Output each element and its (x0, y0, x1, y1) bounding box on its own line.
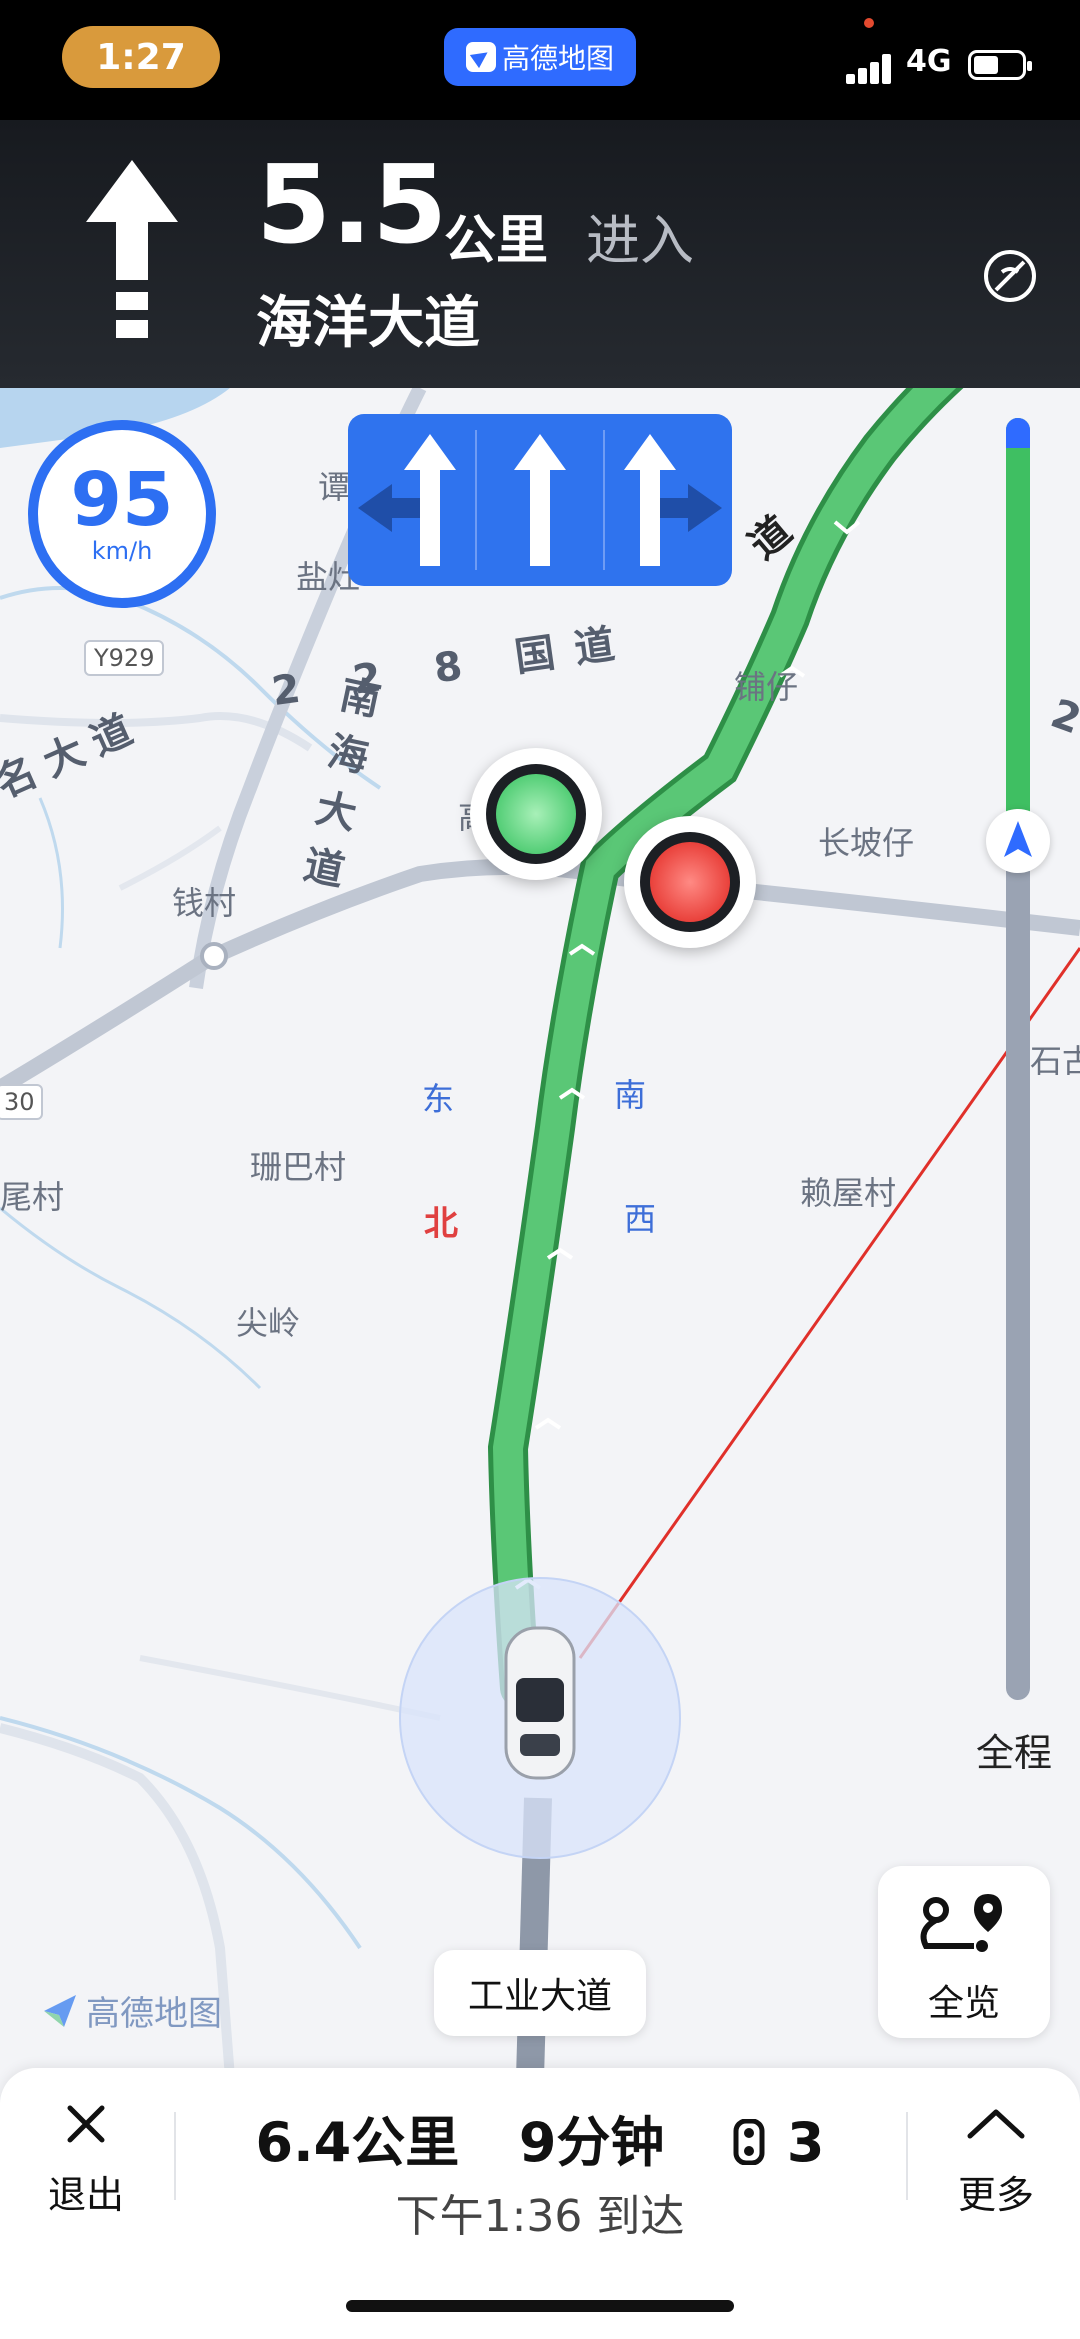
home-indicator[interactable] (346, 2300, 734, 2312)
amap-watermark-text: 高德地图 (86, 1994, 222, 2034)
divider-right (906, 2112, 908, 2200)
lane-guidance (348, 414, 732, 586)
maneuver-action: 进入 (586, 209, 694, 272)
lane-straight-icon (514, 434, 566, 566)
active-app-pill[interactable]: 高德地图 (444, 28, 636, 86)
route-overview-button[interactable]: 全览 (878, 1866, 1050, 2038)
status-bar: 1:27 高德地图 4G (0, 0, 1080, 120)
road-shield-30: 30 (0, 1084, 43, 1120)
battery-icon (968, 50, 1032, 80)
map-label-tan: 谭 (318, 468, 351, 506)
compass-south: 南 (614, 1076, 647, 1114)
exit-navigation-button[interactable]: 退出 (38, 2098, 134, 2218)
more-options-button[interactable]: 更多 (944, 2098, 1048, 2218)
traffic-light-count: 3 (786, 2111, 825, 2174)
amap-watermark: 高德地图 (40, 1986, 222, 2035)
arrival-time: 下午1:36 到达 (395, 2191, 685, 2242)
route-progress-position-icon (986, 809, 1050, 873)
map-label-chang-po-zai: 长坡仔 (818, 824, 915, 862)
amap-logo-icon (465, 42, 496, 72)
traffic-light-green-icon (470, 748, 602, 880)
network-type: 4G (906, 44, 952, 79)
route-remaining-segment (1006, 418, 1030, 841)
broadcast-mute-icon[interactable] (982, 248, 1038, 304)
current-road-label: 工业大道 (434, 1950, 646, 2036)
more-label: 更多 (957, 2173, 1034, 2217)
map-label-lai-wu-cun: 赖屋村 (800, 1174, 897, 1212)
straight-arrow-icon (86, 160, 178, 338)
route-overview-icon (920, 1894, 1002, 1952)
map-label-shi-gu: 石古 (1030, 1042, 1080, 1080)
map-view[interactable]: 排山 谭 盐灶 Y929 南海大道 2 2 8 国道 名大道 铺仔 高田 长坡仔… (0, 388, 1080, 2078)
route-destination-marker (1006, 418, 1030, 448)
route-progress-label: 全程 (976, 1731, 1053, 1775)
divider-left (174, 2112, 176, 2200)
speed-limit-value: 95 (70, 457, 174, 543)
close-icon (67, 2105, 105, 2143)
privacy-indicator-dot (864, 18, 874, 28)
trip-distance: 6.4公里 (255, 2111, 460, 2174)
route-progress-bar (1006, 418, 1030, 1700)
vehicle-marker-icon (504, 1626, 576, 1780)
map-label-jian-ling: 尖岭 (236, 1304, 301, 1342)
amap-watermark-icon (44, 1994, 76, 2027)
chevron-up-icon (967, 2109, 1025, 2139)
distance-unit: 公里 (444, 211, 549, 271)
trip-duration: 9分钟 (518, 2111, 665, 2174)
map-label-qian-cun: 钱村 (172, 884, 237, 922)
compass-west: 西 (624, 1200, 657, 1238)
next-maneuver-distance: 5.5 (256, 143, 448, 268)
active-app-name: 高德地图 (501, 42, 614, 75)
traffic-light-red-icon (624, 816, 756, 948)
lane-straight-right-icon (624, 434, 722, 566)
map-label-wei-cun: 尾村 (0, 1178, 65, 1216)
exit-label: 退出 (47, 2173, 124, 2217)
speed-limit-sign: 95 km/h (28, 420, 216, 608)
trip-info-panel: 退出 6.4公里 9分钟 3 下午1:36 到达 更多 (0, 2068, 1080, 2339)
lane-left-straight-icon (358, 434, 456, 566)
road-shield-y929: Y929 (84, 640, 165, 676)
trip-summary: 6.4公里 9分钟 3 (180, 2098, 900, 2177)
speed-limit-unit: km/h (91, 537, 153, 565)
next-road-name: 海洋大道 (256, 291, 480, 356)
compass-east: 东 (422, 1080, 455, 1118)
cell-signal-icon (846, 50, 894, 84)
map-label-pu-zai: 铺仔 (734, 668, 799, 706)
compass-north: 北 (424, 1204, 458, 1244)
map-label-shan-ba-cun: 珊巴村 (250, 1148, 347, 1186)
traffic-light-count-icon (733, 2118, 765, 2166)
route-overview-label: 全览 (927, 1983, 1000, 2024)
status-time: 1:27 (62, 26, 220, 88)
